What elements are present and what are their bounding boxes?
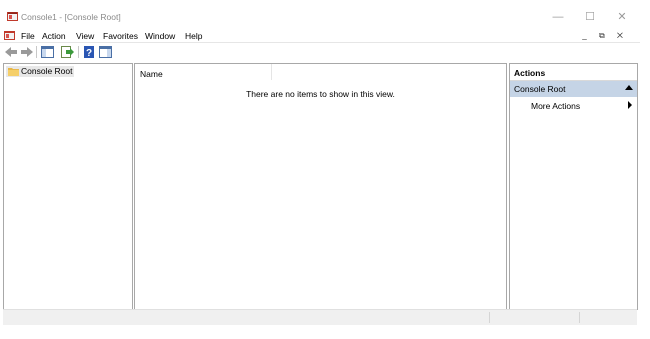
actions-pane: Actions Console Root More Actions — [509, 63, 638, 310]
svg-text:?: ? — [86, 48, 92, 58]
collapse-up-icon[interactable] — [625, 85, 633, 90]
result-pane[interactable]: Name There are no items to show in this … — [134, 63, 507, 310]
menu-action[interactable]: Action — [42, 31, 66, 41]
menu-file[interactable]: File — [21, 31, 35, 41]
actions-section-label: Console Root — [514, 84, 566, 94]
help-icon[interactable]: ? — [83, 46, 96, 58]
status-bar-separator — [579, 312, 580, 323]
back-arrow-icon[interactable] — [5, 46, 18, 58]
action-more-actions[interactable]: More Actions — [510, 99, 637, 113]
maximize-button[interactable]: ☐ — [575, 8, 605, 26]
folder-icon — [8, 68, 19, 76]
title-bar: Console1 - [Console Root] — ☐ ✕ — [0, 0, 650, 30]
close-button[interactable]: ✕ — [607, 8, 637, 26]
menu-favorites[interactable]: Favorites — [103, 31, 138, 41]
menu-bar: File Action View Favorites Window Help _… — [0, 30, 640, 42]
toolbar: ? — [0, 42, 640, 62]
tree-item-label: Console Root — [21, 66, 73, 76]
status-bar-separator — [489, 312, 490, 323]
mdi-window-controls[interactable]: _ ⧉ ✕ — [582, 31, 628, 41]
mmc-window: Console1 - [Console Root] — ☐ ✕ File Act… — [0, 0, 650, 339]
window-title: Console1 - [Console Root] — [21, 12, 121, 22]
status-bar — [3, 309, 637, 325]
forward-arrow-icon[interactable] — [20, 46, 33, 58]
column-header-label: Name — [140, 69, 163, 79]
submenu-arrow-icon — [628, 101, 632, 109]
export-list-icon[interactable] — [61, 46, 74, 58]
actions-title: Actions — [514, 68, 546, 78]
actions-pane-header: Actions — [510, 64, 637, 81]
console-menu-icon[interactable] — [4, 30, 15, 41]
empty-view-message: There are no items to show in this view. — [246, 89, 395, 99]
action-item-label: More Actions — [531, 101, 581, 111]
column-header-name[interactable]: Name — [135, 64, 272, 80]
toolbar-separator — [78, 46, 79, 58]
toolbar-separator — [36, 46, 37, 58]
menu-view[interactable]: View — [76, 31, 94, 41]
show-hide-action-pane-icon[interactable] — [99, 46, 112, 58]
menu-help[interactable]: Help — [185, 31, 202, 41]
show-hide-tree-icon[interactable] — [41, 46, 54, 58]
console-tree-pane[interactable]: Console Root — [3, 63, 133, 310]
actions-section-console-root[interactable]: Console Root — [510, 81, 637, 97]
minimize-button[interactable]: — — [543, 8, 573, 26]
mmc-app-icon — [7, 12, 18, 21]
menu-window[interactable]: Window — [145, 31, 175, 41]
tree-item-console-root[interactable]: Console Root — [6, 66, 74, 77]
